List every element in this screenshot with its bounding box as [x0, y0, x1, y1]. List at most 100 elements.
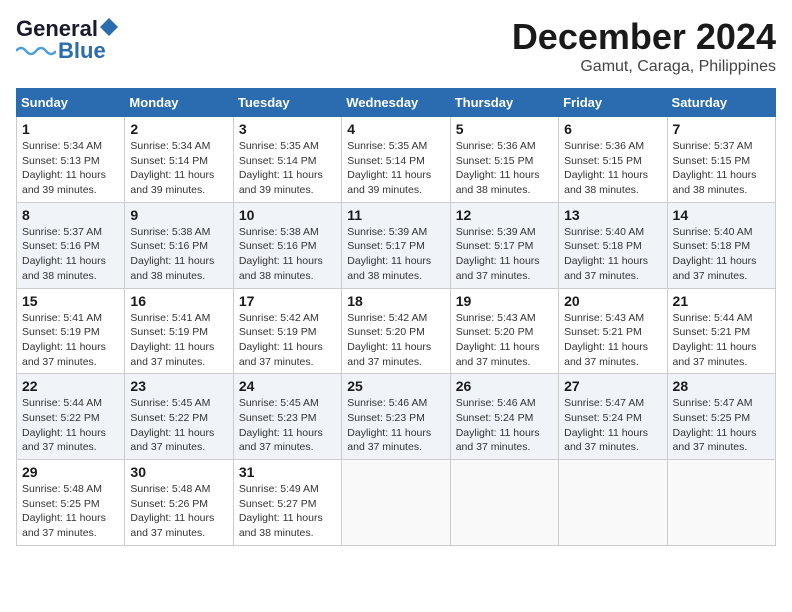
day-number: 4 — [347, 121, 444, 137]
calendar-cell: 11 Sunrise: 5:39 AMSunset: 5:17 PMDayligh… — [342, 202, 450, 288]
day-number: 14 — [673, 207, 770, 223]
calendar-cell — [342, 460, 450, 546]
day-info: Sunrise: 5:40 AMSunset: 5:18 PMDaylight:… — [564, 225, 661, 284]
day-number: 27 — [564, 378, 661, 394]
calendar-cell: 21 Sunrise: 5:44 AMSunset: 5:21 PMDayligh… — [667, 288, 775, 374]
calendar-cell: 29 Sunrise: 5:48 AMSunset: 5:25 PMDayligh… — [17, 460, 125, 546]
day-number: 8 — [22, 207, 119, 223]
calendar-week-row: 22 Sunrise: 5:44 AMSunset: 5:22 PMDayligh… — [17, 374, 776, 460]
day-info: Sunrise: 5:45 AMSunset: 5:22 PMDaylight:… — [130, 396, 227, 455]
day-number: 6 — [564, 121, 661, 137]
day-info: Sunrise: 5:47 AMSunset: 5:24 PMDaylight:… — [564, 396, 661, 455]
calendar-cell: 23 Sunrise: 5:45 AMSunset: 5:22 PMDayligh… — [125, 374, 233, 460]
day-number: 19 — [456, 293, 553, 309]
day-info: Sunrise: 5:34 AMSunset: 5:14 PMDaylight:… — [130, 139, 227, 198]
day-info: Sunrise: 5:43 AMSunset: 5:21 PMDaylight:… — [564, 311, 661, 370]
location-title: Gamut, Caraga, Philippines — [512, 58, 776, 76]
calendar-week-row: 15 Sunrise: 5:41 AMSunset: 5:19 PMDayligh… — [17, 288, 776, 374]
day-info: Sunrise: 5:40 AMSunset: 5:18 PMDaylight:… — [673, 225, 770, 284]
day-number: 16 — [130, 293, 227, 309]
logo: General Blue — [16, 16, 118, 64]
calendar-cell: 5 Sunrise: 5:36 AMSunset: 5:15 PMDaylight… — [450, 117, 558, 203]
day-number: 12 — [456, 207, 553, 223]
calendar-cell: 19 Sunrise: 5:43 AMSunset: 5:20 PMDayligh… — [450, 288, 558, 374]
calendar-cell: 24Sunrise: 5:45 AMSunset: 5:23 PMDayligh… — [233, 374, 341, 460]
calendar-week-row: 8 Sunrise: 5:37 AMSunset: 5:16 PMDaylight… — [17, 202, 776, 288]
day-info: Sunrise: 5:44 AMSunset: 5:21 PMDaylight:… — [673, 311, 770, 370]
day-number: 28 — [673, 378, 770, 394]
day-info: Sunrise: 5:44 AMSunset: 5:22 PMDaylight:… — [22, 396, 119, 455]
page-header: General Blue December 2024 Gamut, Caraga… — [16, 16, 776, 76]
calendar-header-row: SundayMondayTuesdayWednesdayThursdayFrid… — [17, 89, 776, 117]
day-info: Sunrise: 5:46 AMSunset: 5:23 PMDaylight:… — [347, 396, 444, 455]
logo-icon — [100, 18, 118, 36]
calendar-cell: 6 Sunrise: 5:36 AMSunset: 5:15 PMDaylight… — [559, 117, 667, 203]
calendar-cell: 30 Sunrise: 5:48 AMSunset: 5:26 PMDayligh… — [125, 460, 233, 546]
day-info: Sunrise: 5:36 AMSunset: 5:15 PMDaylight:… — [456, 139, 553, 198]
calendar-cell — [559, 460, 667, 546]
month-title: December 2024 — [512, 16, 776, 58]
day-number: 17 — [239, 293, 336, 309]
day-number: 9 — [130, 207, 227, 223]
day-number: 10 — [239, 207, 336, 223]
calendar-cell: 27 Sunrise: 5:47 AMSunset: 5:24 PMDayligh… — [559, 374, 667, 460]
calendar-cell: 13 Sunrise: 5:40 AMSunset: 5:18 PMDayligh… — [559, 202, 667, 288]
calendar-cell: 1Sunrise: 5:34 AMSunset: 5:13 PMDaylight… — [17, 117, 125, 203]
day-info: Sunrise: 5:46 AMSunset: 5:24 PMDaylight:… — [456, 396, 553, 455]
day-number: 13 — [564, 207, 661, 223]
column-header-thursday: Thursday — [450, 89, 558, 117]
day-info: Sunrise: 5:38 AMSunset: 5:16 PMDaylight:… — [239, 225, 336, 284]
day-info: Sunrise: 5:35 AMSunset: 5:14 PMDaylight:… — [239, 139, 336, 198]
day-info: Sunrise: 5:41 AMSunset: 5:19 PMDaylight:… — [130, 311, 227, 370]
day-info: Sunrise: 5:48 AMSunset: 5:25 PMDaylight:… — [22, 482, 119, 541]
calendar-cell: 26 Sunrise: 5:46 AMSunset: 5:24 PMDayligh… — [450, 374, 558, 460]
day-info: Sunrise: 5:49 AMSunset: 5:27 PMDaylight:… — [239, 482, 336, 541]
calendar-cell — [667, 460, 775, 546]
column-header-friday: Friday — [559, 89, 667, 117]
day-number: 2 — [130, 121, 227, 137]
day-info: Sunrise: 5:42 AMSunset: 5:19 PMDaylight:… — [239, 311, 336, 370]
day-number: 5 — [456, 121, 553, 137]
day-info: Sunrise: 5:39 AMSunset: 5:17 PMDaylight:… — [347, 225, 444, 284]
calendar-cell: 3 Sunrise: 5:35 AMSunset: 5:14 PMDaylight… — [233, 117, 341, 203]
column-header-sunday: Sunday — [17, 89, 125, 117]
day-number: 31 — [239, 464, 336, 480]
calendar-cell: 22 Sunrise: 5:44 AMSunset: 5:22 PMDayligh… — [17, 374, 125, 460]
day-info: Sunrise: 5:38 AMSunset: 5:16 PMDaylight:… — [130, 225, 227, 284]
logo-wave-icon — [16, 43, 56, 59]
calendar-cell: 17 Sunrise: 5:42 AMSunset: 5:19 PMDayligh… — [233, 288, 341, 374]
calendar-cell: 14 Sunrise: 5:40 AMSunset: 5:18 PMDayligh… — [667, 202, 775, 288]
day-info: Sunrise: 5:37 AMSunset: 5:16 PMDaylight:… — [22, 225, 119, 284]
day-info: Sunrise: 5:41 AMSunset: 5:19 PMDaylight:… — [22, 311, 119, 370]
day-info: Sunrise: 5:43 AMSunset: 5:20 PMDaylight:… — [456, 311, 553, 370]
calendar-cell: 2 Sunrise: 5:34 AMSunset: 5:14 PMDaylight… — [125, 117, 233, 203]
day-info: Sunrise: 5:48 AMSunset: 5:26 PMDaylight:… — [130, 482, 227, 541]
day-number: 29 — [22, 464, 119, 480]
day-number: 11 — [347, 207, 444, 223]
day-info: Sunrise: 5:45 AMSunset: 5:23 PMDaylight:… — [239, 396, 336, 455]
day-number: 3 — [239, 121, 336, 137]
column-header-tuesday: Tuesday — [233, 89, 341, 117]
calendar-cell — [450, 460, 558, 546]
day-number: 30 — [130, 464, 227, 480]
calendar-cell: 18Sunrise: 5:42 AMSunset: 5:20 PMDayligh… — [342, 288, 450, 374]
day-info: Sunrise: 5:42 AMSunset: 5:20 PMDaylight:… — [347, 311, 444, 370]
day-number: 21 — [673, 293, 770, 309]
calendar-week-row: 29 Sunrise: 5:48 AMSunset: 5:25 PMDayligh… — [17, 460, 776, 546]
day-info: Sunrise: 5:34 AMSunset: 5:13 PMDaylight:… — [22, 139, 119, 198]
day-number: 15 — [22, 293, 119, 309]
calendar-cell: 4Sunrise: 5:35 AMSunset: 5:14 PMDaylight… — [342, 117, 450, 203]
day-info: Sunrise: 5:36 AMSunset: 5:15 PMDaylight:… — [564, 139, 661, 198]
calendar-cell: 9 Sunrise: 5:38 AMSunset: 5:16 PMDaylight… — [125, 202, 233, 288]
logo-text-blue: Blue — [58, 38, 106, 64]
calendar-cell: 7Sunrise: 5:37 AMSunset: 5:15 PMDaylight… — [667, 117, 775, 203]
calendar-cell: 20Sunrise: 5:43 AMSunset: 5:21 PMDayligh… — [559, 288, 667, 374]
day-number: 26 — [456, 378, 553, 394]
calendar-cell: 16 Sunrise: 5:41 AMSunset: 5:19 PMDayligh… — [125, 288, 233, 374]
calendar-cell: 25Sunrise: 5:46 AMSunset: 5:23 PMDayligh… — [342, 374, 450, 460]
day-number: 22 — [22, 378, 119, 394]
calendar-cell: 8 Sunrise: 5:37 AMSunset: 5:16 PMDaylight… — [17, 202, 125, 288]
column-header-monday: Monday — [125, 89, 233, 117]
day-number: 23 — [130, 378, 227, 394]
day-number: 7 — [673, 121, 770, 137]
